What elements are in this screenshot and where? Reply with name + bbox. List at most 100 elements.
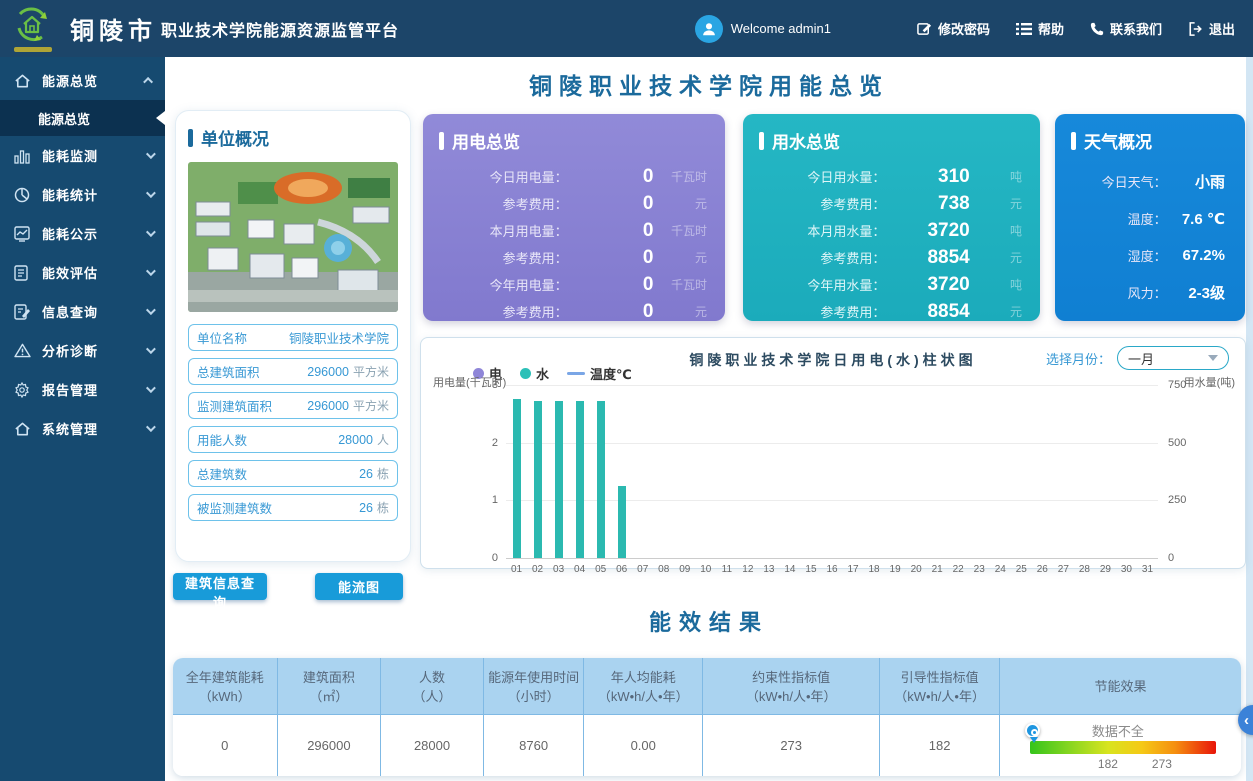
- water-overview-card: 用水总览 今日用水量：310吨参考费用：738元本月用水量：3720吨参考费用：…: [743, 114, 1040, 321]
- stat-unit: 元: [970, 195, 1040, 212]
- table-header-line1: 引导性指标值: [882, 668, 997, 687]
- right-axis-tick: 0: [1168, 552, 1198, 564]
- unit-field-value: 26: [359, 501, 373, 515]
- left-axis-tick: 1: [468, 494, 498, 506]
- edit-action[interactable]: 修改密码: [917, 19, 990, 38]
- x-axis-label: 15: [801, 564, 821, 575]
- sidebar-item-0[interactable]: 能源总览: [0, 61, 165, 100]
- energy-saving-effect-cell: 数据不全182273: [1000, 714, 1241, 776]
- header-action-label: 帮助: [1038, 19, 1064, 38]
- table-header-5: 约束性指标值（kW•h/人•年）: [703, 658, 880, 714]
- electricity-panel-title-text: 用电总览: [452, 128, 520, 153]
- help-list-action[interactable]: 帮助: [1016, 19, 1064, 38]
- energy-flow-diagram-button[interactable]: 能流图: [315, 573, 403, 600]
- logout-action[interactable]: 退出: [1188, 19, 1235, 38]
- efficiency-section-title: 能效结果: [165, 605, 1253, 637]
- table-header-4: 年人均能耗（kW•h/人•年）: [584, 658, 703, 714]
- water-bar-day-04: [576, 401, 584, 558]
- stat-label: 今日用水量：: [759, 167, 885, 186]
- logo-caption: [14, 47, 52, 52]
- electricity-overview-card: 用电总览 今日用电量：0千瓦时参考费用：0元本月用电量：0千瓦时参考费用：0元今…: [423, 114, 725, 321]
- table-cell-0: 0: [173, 714, 278, 776]
- table-header-6: 引导性指标值（kW•h/人•年）: [880, 658, 1000, 714]
- stat-label: 今年用电量：: [439, 275, 568, 294]
- sidebar: 能源总览能源总览能耗监测能耗统计能耗公示能效评估信息查询分析诊断报告管理系统管理: [0, 57, 165, 781]
- sidebar-item-6[interactable]: 分析诊断: [0, 331, 165, 370]
- x-axis-label: 24: [990, 564, 1010, 575]
- stat-value: 0: [568, 166, 654, 188]
- table-header-line2: （kW•h/人•年）: [882, 687, 997, 706]
- user-welcome: Welcome admin1: [695, 15, 831, 43]
- unit-field-label: 总建筑数: [197, 464, 247, 483]
- chart-plot-area[interactable]: 0123025050075001020304050607080910111213…: [421, 338, 1245, 568]
- chevron-down-icon: [146, 383, 156, 393]
- water-bar-day-05: [597, 401, 605, 558]
- sidebar-item-3[interactable]: 能耗公示: [0, 214, 165, 253]
- stat-row: 今日用水量：310吨: [759, 163, 1040, 190]
- x-axis-label: 30: [1116, 564, 1136, 575]
- sidebar-item-1[interactable]: 能耗监测: [0, 136, 165, 175]
- x-axis-label: 01: [507, 564, 527, 575]
- pie-chart-icon: [14, 187, 32, 203]
- unit-panel-title-text: 单位概况: [201, 125, 269, 150]
- stat-row: 风力：2-3级: [1071, 274, 1245, 311]
- chevron-down-icon: [146, 422, 156, 432]
- sidebar-item-label: 系统管理: [42, 419, 146, 438]
- stat-row: 今年用水量：3720吨: [759, 271, 1040, 298]
- x-axis-label: 25: [1011, 564, 1031, 575]
- sidebar-item-4[interactable]: 能效评估: [0, 253, 165, 292]
- stat-label: 温度：: [1071, 209, 1167, 228]
- table-cell-6: 182: [880, 714, 1000, 776]
- sidebar-item-5[interactable]: 信息查询: [0, 292, 165, 331]
- warning-icon: [14, 343, 32, 358]
- x-axis-label: 28: [1074, 564, 1094, 575]
- gridline: [506, 385, 1158, 386]
- table-header-line2: （kW•h/人•年）: [705, 687, 877, 706]
- sidebar-item-2[interactable]: 能耗统计: [0, 175, 165, 214]
- building-info-query-button[interactable]: 建筑信息查询: [173, 573, 267, 600]
- stat-value: 7.6 ℃: [1167, 210, 1245, 228]
- water-bar-day-03: [555, 401, 563, 558]
- unit-field-3: 用能人数28000人: [188, 426, 398, 453]
- sidebar-item-label: 能源总览: [42, 71, 146, 90]
- x-axis-label: 19: [885, 564, 905, 575]
- unit-panel-title: 单位概况: [188, 125, 398, 150]
- unit-field-value: 296000: [307, 365, 349, 379]
- unit-field-label: 被监测建筑数: [197, 498, 272, 517]
- sidebar-item-label: 报告管理: [42, 380, 146, 399]
- title-accent-bar: [759, 132, 764, 150]
- stat-unit: 元: [970, 303, 1040, 320]
- unit-overview-card: 单位概况: [175, 110, 411, 562]
- sidebar-subitem-0-0[interactable]: 能源总览: [0, 100, 165, 136]
- unit-field-label: 用能人数: [197, 430, 247, 449]
- stat-row: 今日用电量：0千瓦时: [439, 163, 725, 190]
- stat-label: 今年用水量：: [759, 275, 885, 294]
- phone-action[interactable]: 联系我们: [1090, 19, 1162, 38]
- map-pin-icon: [1025, 723, 1040, 738]
- document-icon: [14, 265, 32, 281]
- sidebar-item-8[interactable]: 系统管理: [0, 409, 165, 448]
- unit-field-5: 被监测建筑数26栋: [188, 494, 398, 521]
- right-axis-tick: 750: [1168, 379, 1198, 391]
- sidebar-item-label: 能耗监测: [42, 146, 146, 165]
- stat-value: 738: [885, 193, 969, 215]
- home-icon: [14, 421, 32, 437]
- chevron-down-icon: [146, 149, 156, 159]
- x-axis-label: 13: [759, 564, 779, 575]
- efficiency-table: 全年建筑能耗（kWh）建筑面积（㎡）人数（人）能源年使用时间（小时）年人均能耗（…: [173, 658, 1241, 776]
- right-axis-tick: 250: [1168, 494, 1198, 506]
- scrollbar-track[interactable]: [1246, 57, 1253, 781]
- stat-row: 本月用电量：0千瓦时: [439, 217, 725, 244]
- stat-unit: 千瓦时: [653, 222, 725, 239]
- weather-panel-title-text: 天气概况: [1084, 128, 1152, 153]
- sidebar-item-7[interactable]: 报告管理: [0, 370, 165, 409]
- stat-row: 参考费用：738元: [759, 190, 1040, 217]
- edit-document-icon: [14, 304, 32, 320]
- logout-icon: [1188, 22, 1203, 36]
- chevron-left-icon: ‹: [1244, 712, 1249, 729]
- sidebar-menu: 能源总览能源总览能耗监测能耗统计能耗公示能效评估信息查询分析诊断报告管理系统管理: [0, 57, 165, 448]
- sidebar-subitem-label: 能源总览: [38, 109, 90, 128]
- table-header-line2: （小时）: [486, 687, 582, 706]
- table-header-0: 全年建筑能耗（kWh）: [173, 658, 278, 714]
- title-accent-bar: [1071, 132, 1076, 150]
